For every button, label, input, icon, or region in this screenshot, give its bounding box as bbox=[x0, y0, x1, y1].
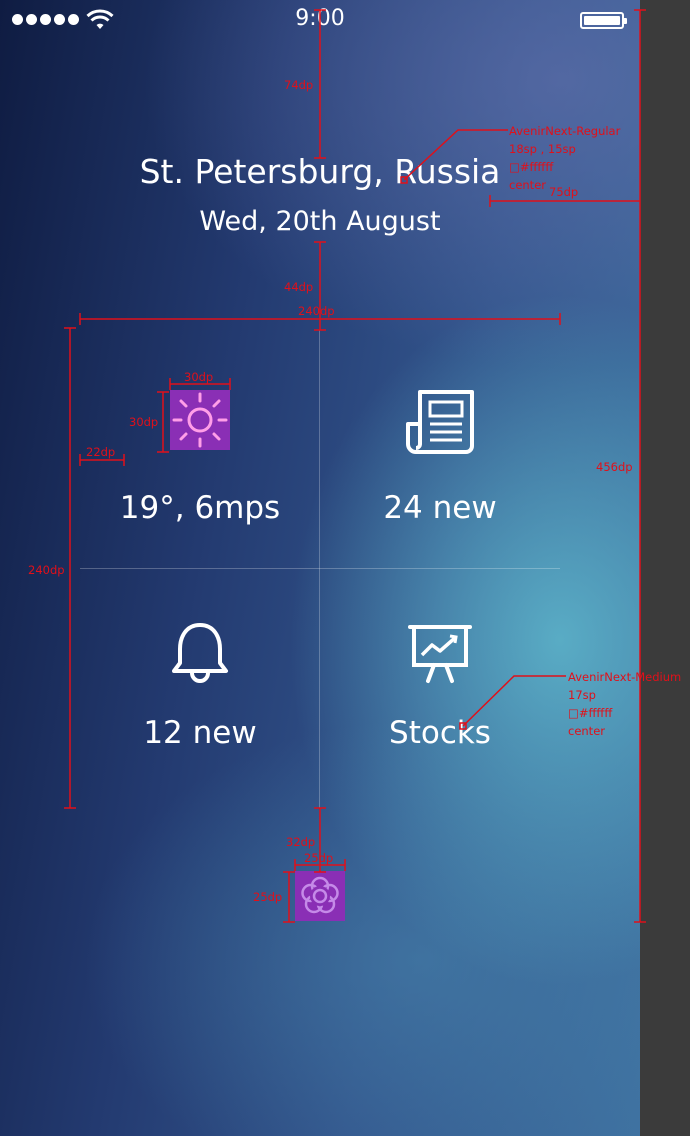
wifi-icon bbox=[86, 9, 114, 35]
flower-settings-icon bbox=[301, 876, 339, 914]
annotation-settings-width: 25dp bbox=[304, 851, 334, 865]
annotation-label-align: center bbox=[568, 724, 605, 738]
tile-weather[interactable]: 19°, 6mps bbox=[80, 330, 320, 568]
annotation-title-color: □#ffffff bbox=[509, 160, 554, 174]
annotation-icon-width: 30dp bbox=[184, 370, 214, 384]
annotation-label-font: AvenirNext-Medium bbox=[568, 670, 682, 684]
location-title: St. Petersburg, Russia bbox=[139, 152, 501, 191]
sun-icon bbox=[170, 390, 230, 450]
tile-stocks-label: Stocks bbox=[389, 715, 491, 751]
annotation-title-sizes: 18sp , 15sp bbox=[509, 142, 576, 156]
annotation-22dp: 22dp bbox=[86, 445, 116, 459]
date-subtitle: Wed, 20th August bbox=[199, 206, 441, 237]
annotation-grid-height: 240dp bbox=[28, 563, 65, 577]
bell-icon bbox=[170, 621, 230, 687]
right-margin-strip bbox=[640, 0, 690, 1136]
presentation-chart-icon bbox=[408, 623, 472, 685]
battery-icon bbox=[580, 12, 627, 29]
tile-notifications-label: 12 new bbox=[143, 715, 257, 751]
tile-news-label: 24 new bbox=[383, 490, 497, 526]
annotation-icon-height: 30dp bbox=[129, 415, 159, 429]
signal-strength-icon bbox=[12, 14, 79, 25]
tile-weather-label: 19°, 6mps bbox=[119, 490, 281, 526]
annotation-label-color: □#ffffff bbox=[568, 706, 613, 720]
tile-stocks[interactable]: Stocks bbox=[320, 569, 560, 807]
annotation-grid-width: 240dp bbox=[298, 304, 335, 318]
status-time: 9:00 bbox=[295, 6, 345, 31]
annotation-settings-height: 25dp bbox=[253, 890, 283, 904]
annotation-74dp: 74dp bbox=[284, 78, 314, 92]
annotation-456dp: 456dp bbox=[596, 460, 633, 474]
tile-news[interactable]: 24 new bbox=[320, 330, 560, 568]
annotation-title-font: AvenirNext-Regular bbox=[509, 124, 621, 138]
annotation-label-size: 17sp bbox=[568, 688, 596, 702]
annotation-44dp: 44dp bbox=[284, 280, 314, 294]
settings-button[interactable] bbox=[295, 871, 345, 921]
annotation-title-align: center bbox=[509, 178, 546, 192]
annotation-75dp: 75dp bbox=[549, 185, 579, 199]
newspaper-icon bbox=[406, 388, 474, 454]
tile-notifications[interactable]: 12 new bbox=[80, 569, 320, 807]
